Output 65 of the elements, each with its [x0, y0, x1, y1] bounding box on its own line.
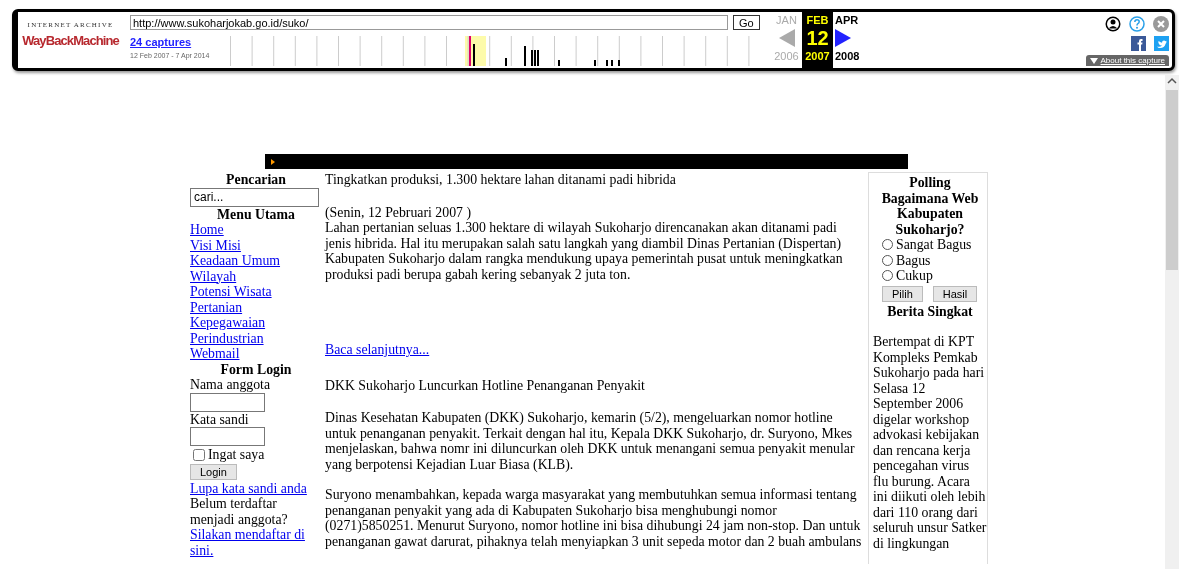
section-heading: Pencarian — [225, 172, 287, 188]
username-field[interactable] — [190, 392, 265, 412]
option-label: Bagus — [896, 252, 931, 268]
calendar-column[interactable]: FEB 12 2007 — [802, 12, 833, 68]
arrow-icon — [271, 158, 275, 165]
poll-radio[interactable] — [882, 254, 893, 266]
poll-button[interactable]: Hasil — [932, 285, 978, 302]
read-more-link[interactable]: Baca selanjutnya... — [325, 342, 430, 358]
option-label: Sangat Bagus — [896, 237, 972, 253]
go-button[interactable]: Go — [733, 15, 760, 30]
facebook-icon[interactable] — [1131, 36, 1146, 51]
menu-link[interactable]: Wilayah — [190, 268, 237, 284]
twitter-icon[interactable] — [1154, 36, 1169, 51]
next-arrow-icon[interactable] — [835, 29, 851, 47]
section-heading: Form Login — [219, 361, 293, 377]
section-heading: Menu Utama — [216, 206, 296, 222]
remember-checkbox[interactable] — [193, 448, 205, 461]
article-paragraph: Suryono menambahkan, kepada warga masyarakat yang membutuhkan semua informasi tentang penanganan penyakit yang ada di Kabupaten Sukoharjo bisa menghubungi nomor (0271)5850251. Menurut Suryono, nomor hotline ini bisa dihubungi 24 jam non-stop. Dan untuk penanganan gawat darurat, pihaknya telah menyiapkan 3 unit sepeda motor dan 2 buah ambulans — [325, 487, 863, 549]
section-heading: Berita Singkat — [886, 303, 974, 319]
checkbox-label: Ingat saya — [208, 447, 265, 463]
menu-link[interactable]: Perindustrian — [190, 330, 264, 346]
about-capture-button[interactable]: About this capture — [1085, 55, 1169, 66]
month-label: JAN — [776, 13, 797, 27]
poll-radio[interactable] — [882, 239, 893, 251]
option-label: Cukup — [896, 268, 933, 284]
field-label: Kata sandi — [190, 411, 249, 427]
close-icon[interactable] — [1153, 16, 1169, 32]
login-button[interactable]: Login — [190, 463, 237, 480]
year-label: 2008 — [835, 49, 860, 63]
menu-link[interactable]: Keadaan Umum — [190, 253, 281, 269]
news-text: Bertempat di KPT Kompleks Pemkab Sukoharjo pada hari Selasa 12 September 2006 digelar workshop advokasi kebijakan dan rencana kerja pencegahan virus flu burung. Acara ini diikuti oleh lebih dari 110 orang dari seluruh unsur Satker di lingkungan — [873, 334, 987, 551]
menu-link[interactable]: Visi Misi — [190, 237, 241, 253]
scrollbar-thumb[interactable] — [1166, 90, 1178, 270]
url-field[interactable]: http://www.sukoharjokab.go.id/suko/ — [130, 15, 728, 30]
menu-link[interactable]: Home — [190, 222, 224, 238]
logo-wordmark: WayBackMachine — [22, 32, 119, 50]
year-label: 2006 — [774, 49, 799, 63]
poll-question: Bagaimana Web Kabupaten Sukoharjo? — [880, 190, 980, 237]
forgot-password-link[interactable]: Lupa kata sandi anda — [190, 480, 307, 496]
menu-link[interactable]: Potensi Wisata — [190, 284, 272, 300]
month-label: FEB — [806, 13, 829, 27]
month-label: APR — [835, 13, 859, 27]
day-label: 12 — [806, 27, 829, 49]
article-title: Tingkatkan produksi, 1.300 hektare lahan ditanami padi hibrida — [325, 172, 677, 188]
register-text: Belum terdaftar menjadi anggota? — [190, 496, 289, 527]
article-paragraph: Lahan pertanian seluas 1.300 hektare di wilayah Sukoharjo direncanakan akan ditanami padi jenis hibrida. Hal itu merupakan salah satu langkah yang diambil Dinas Pertanian (Dispertan) Kabupaten Sukoharjo dalam rangka mendukung upaya pemerintah pusat untuk meningkatkan produksi padi berupa gabah kering sebanyak 2 juta ton. — [325, 220, 844, 282]
register-link[interactable]: Silakan mendaftar di sini. — [190, 527, 322, 558]
calendar-column[interactable]: APR 2008 — [833, 12, 866, 68]
search-field[interactable]: cari... — [190, 187, 319, 207]
password-field[interactable] — [190, 427, 265, 446]
article-paragraph: Dinas Kesehatan Kabupaten (DKK) Sukoharjo, kemarin (5/2), mengeluarkan nomor hotline untuk penanganan penyakit. Terkait dengan hal itu, Kepala DKK Sukoharjo, dr. Suryono, Mkes menjelaskan, bahwa nomr ini diluncurkan oleh DKK untuk menangani semua penyakit menular yang berpotensi Kejadian Luar Biasa (KLB). — [325, 410, 856, 472]
menu-link[interactable]: Kepegawaian — [190, 315, 266, 331]
menu-link[interactable]: Pertanian — [190, 299, 243, 315]
article-date: (Senin, 12 Pebruari 2007 ) — [325, 204, 472, 220]
user-icon[interactable] — [1105, 16, 1121, 32]
poll-button[interactable]: Pilih — [882, 285, 923, 302]
captures-link[interactable]: 24 captures — [130, 36, 227, 48]
caret-icon — [1089, 57, 1098, 64]
field-label: Nama anggota — [190, 377, 271, 393]
article-title: DKK Sukoharjo Luncurkan Hotline Penanganan Penyakit — [325, 377, 646, 393]
poll-heading: Polling — [908, 175, 952, 191]
menu-link[interactable]: Webmail — [190, 346, 240, 362]
year-label: 2007 — [805, 49, 830, 63]
help-icon[interactable] — [1129, 16, 1145, 32]
poll-radio[interactable] — [882, 270, 893, 282]
